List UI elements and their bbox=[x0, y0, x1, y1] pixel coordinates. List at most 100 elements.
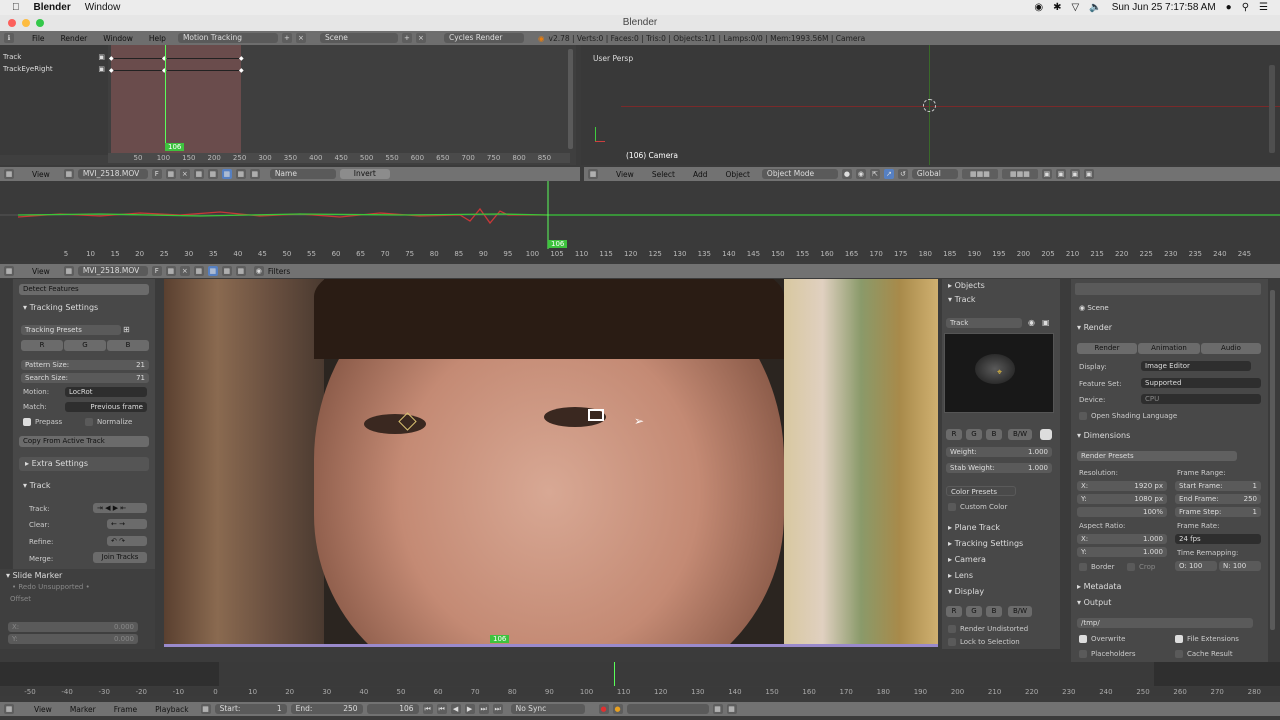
menu-view[interactable]: View bbox=[616, 170, 634, 179]
channel-g-button[interactable]: G bbox=[64, 340, 106, 351]
remove-screen-icon[interactable]: × bbox=[295, 33, 306, 43]
menu-add[interactable]: Add bbox=[693, 170, 708, 179]
display-g-button[interactable]: G bbox=[966, 606, 982, 617]
dopesheet-ruler[interactable]: 50 100 150 200 250 300 350 400 450 500 550 600 650 70… bbox=[108, 153, 570, 163]
pattern-size-field[interactable]: Pattern Size: 21 bbox=[21, 360, 149, 370]
frame-step-field[interactable]: Frame Step: 1 bbox=[1175, 507, 1261, 517]
plane-track-header[interactable]: ▸ Plane Track bbox=[942, 521, 1000, 535]
menu-view[interactable]: View bbox=[34, 705, 52, 714]
end-frame-field[interactable]: End Frame: 250 bbox=[1175, 494, 1261, 504]
offset-x-field[interactable]: X: 0.000 bbox=[8, 622, 138, 632]
scene-select[interactable]: Scene bbox=[319, 33, 398, 43]
window-menu[interactable]: Window bbox=[85, 2, 121, 13]
menu-object[interactable]: Object bbox=[725, 170, 749, 179]
open-icon[interactable]: ▦ bbox=[165, 266, 176, 276]
clip-select[interactable]: MVI_2518.MOV bbox=[77, 169, 148, 179]
record-icon[interactable]: ● bbox=[598, 704, 609, 714]
next-key-icon[interactable]: ⏭ bbox=[478, 704, 489, 714]
layers-icon[interactable]: ▦▦▦ bbox=[1001, 169, 1038, 179]
display-header[interactable]: ▾ Display bbox=[942, 585, 984, 599]
normalize-checkbox[interactable]: Normalize bbox=[85, 418, 132, 426]
keyframe[interactable]: ◆ bbox=[239, 55, 244, 62]
track-header[interactable]: ▾ Track bbox=[942, 293, 1060, 307]
prepass-checkbox[interactable]: Prepass bbox=[23, 418, 62, 426]
placeholders-checkbox[interactable]: Placeholders bbox=[1079, 650, 1136, 658]
search-icon[interactable]: ⚲ bbox=[1242, 2, 1249, 13]
view-toggle-icon[interactable]: ▦ bbox=[235, 266, 246, 276]
end-frame-field[interactable]: End: 250 bbox=[290, 704, 363, 714]
start-frame-field[interactable]: Start: 1 bbox=[214, 704, 287, 714]
properties-context-tabs[interactable] bbox=[1075, 283, 1261, 295]
user-icon[interactable]: ● bbox=[1226, 2, 1232, 13]
file-icon[interactable]: F bbox=[151, 169, 162, 179]
current-frame-field[interactable]: 106 bbox=[366, 704, 419, 714]
dimensions-header[interactable]: ▾ Dimensions bbox=[1071, 429, 1130, 443]
graph-ruler[interactable]: 5 10 15 20 25 30 35 40 45 50 55 60 65 70 75 80 85 90 95 100… bbox=[0, 249, 1280, 259]
clip-view[interactable]: ➢ 106 bbox=[164, 279, 938, 647]
custom-color-checkbox[interactable]: Custom Color bbox=[948, 503, 1007, 511]
aspect-x-field[interactable]: X: 1.000 bbox=[1077, 534, 1167, 544]
keying-set-select[interactable] bbox=[626, 704, 709, 714]
res-y-field[interactable]: Y: 1080 px bbox=[1077, 494, 1167, 504]
render-icon[interactable]: ▣ bbox=[1083, 169, 1094, 179]
view-toggle-icon[interactable]: ▦ bbox=[235, 169, 246, 179]
lock-icon[interactable]: ▣ bbox=[1041, 169, 1052, 179]
keyframe[interactable]: ◆ bbox=[239, 67, 244, 74]
start-frame-field[interactable]: Start Frame: 1 bbox=[1175, 481, 1261, 491]
menu-window[interactable]: Window bbox=[103, 34, 133, 43]
lock-selection-checkbox[interactable]: Lock to Selection bbox=[948, 638, 1020, 646]
keyframe[interactable]: ◆ bbox=[109, 55, 114, 62]
minimize-icon[interactable] bbox=[22, 19, 30, 27]
tracking-presets-select[interactable]: Tracking Presets bbox=[21, 325, 121, 335]
preview-range-icon[interactable]: ▦ bbox=[200, 704, 211, 714]
render-engine-select[interactable]: Cycles Render bbox=[443, 33, 524, 43]
scrollbar[interactable] bbox=[568, 49, 573, 149]
bw-button[interactable]: B/W bbox=[1008, 429, 1032, 440]
r-button[interactable]: R bbox=[946, 429, 962, 440]
zoom-icon[interactable] bbox=[36, 19, 44, 27]
menu-marker[interactable]: Marker bbox=[70, 705, 96, 714]
render-button[interactable]: Render bbox=[1077, 343, 1137, 354]
cache-result-checkbox[interactable]: Cache Result bbox=[1175, 650, 1233, 658]
track-buttons[interactable]: ⇥ ◀ ▶ ⇤ bbox=[93, 503, 147, 513]
mode-select[interactable]: Object Mode bbox=[761, 169, 838, 179]
filters-label[interactable]: Filters bbox=[268, 267, 290, 276]
metadata-header[interactable]: ▸ Metadata bbox=[1071, 580, 1121, 594]
b-button[interactable]: B bbox=[986, 429, 1002, 440]
aspect-y-field[interactable]: Y: 1.000 bbox=[1077, 547, 1167, 557]
clip-select[interactable]: MVI_2518.MOV bbox=[77, 266, 148, 276]
lock-icon[interactable]: ▣ bbox=[1042, 318, 1050, 327]
objects-header[interactable]: ▸ Objects bbox=[942, 279, 1060, 293]
close-icon[interactable] bbox=[8, 19, 16, 27]
slide-marker-header[interactable]: ▾ Slide Marker bbox=[0, 569, 155, 583]
app-menu[interactable]: Blender bbox=[34, 2, 71, 13]
bluetooth-icon[interactable]: ✱ bbox=[1053, 2, 1061, 13]
track-name-field[interactable]: Track bbox=[946, 318, 1022, 328]
remove-icon[interactable]: × bbox=[179, 169, 190, 179]
scrollbar[interactable] bbox=[1270, 290, 1275, 630]
g-button[interactable]: G bbox=[966, 429, 982, 440]
menu-view[interactable]: View bbox=[32, 170, 50, 179]
timeline-playhead[interactable] bbox=[614, 662, 615, 686]
editor-type-icon[interactable]: ▦ bbox=[4, 266, 14, 276]
color-picker-icon[interactable] bbox=[1040, 429, 1052, 440]
remap-old-field[interactable]: O: 100 bbox=[1175, 561, 1217, 571]
detect-features-button[interactable]: Detect Features bbox=[19, 284, 149, 295]
join-tracks-button[interactable]: Join Tracks bbox=[93, 552, 147, 563]
feature-set-select[interactable]: Supported bbox=[1141, 378, 1261, 388]
audio-button[interactable]: Audio bbox=[1201, 343, 1261, 354]
file-extensions-checkbox[interactable]: File Extensions bbox=[1175, 635, 1239, 643]
channel-r-button[interactable]: R bbox=[21, 340, 63, 351]
editor-type-icon[interactable]: ▦ bbox=[4, 169, 14, 179]
extra-settings-header[interactable]: ▸ Extra Settings bbox=[19, 457, 149, 471]
render-header[interactable]: ▾ Render bbox=[1071, 321, 1112, 335]
display-select[interactable]: Image Editor bbox=[1141, 361, 1251, 371]
menu-frame[interactable]: Frame bbox=[114, 705, 137, 714]
menu-select[interactable]: Select bbox=[652, 170, 675, 179]
display-b-button[interactable]: B bbox=[986, 606, 1002, 617]
search-size-field[interactable]: Search Size: 71 bbox=[21, 373, 149, 383]
jump-end-icon[interactable]: ⏭ bbox=[492, 704, 503, 714]
jump-start-icon[interactable]: ⏮ bbox=[422, 704, 433, 714]
overwrite-checkbox[interactable]: Overwrite bbox=[1079, 635, 1125, 643]
editor-type-icon[interactable]: ▦ bbox=[4, 704, 14, 714]
